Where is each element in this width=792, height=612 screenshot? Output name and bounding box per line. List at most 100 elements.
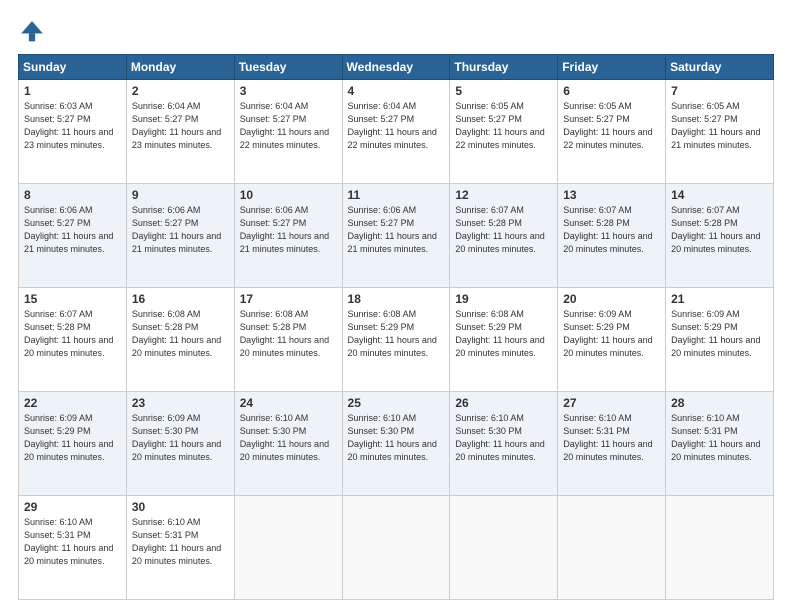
page: SundayMondayTuesdayWednesdayThursdayFrid… [0,0,792,612]
day-info: Sunrise: 6:07 AMSunset: 5:28 PMDaylight:… [671,204,768,256]
day-number: 8 [24,188,121,202]
day-number: 27 [563,396,660,410]
day-info: Sunrise: 6:07 AMSunset: 5:28 PMDaylight:… [24,308,121,360]
day-info: Sunrise: 6:10 AMSunset: 5:31 PMDaylight:… [563,412,660,464]
day-info: Sunrise: 6:07 AMSunset: 5:28 PMDaylight:… [563,204,660,256]
calendar-week-2: 8 Sunrise: 6:06 AMSunset: 5:27 PMDaylight… [19,184,774,288]
calendar-header-tuesday: Tuesday [234,55,342,80]
calendar-cell: 19 Sunrise: 6:08 AMSunset: 5:29 PMDayligh… [450,288,558,392]
calendar-cell [342,496,450,600]
calendar-cell: 15 Sunrise: 6:07 AMSunset: 5:28 PMDayligh… [19,288,127,392]
calendar-body: 1 Sunrise: 6:03 AMSunset: 5:27 PMDaylight… [19,80,774,600]
day-number: 21 [671,292,768,306]
day-info: Sunrise: 6:09 AMSunset: 5:29 PMDaylight:… [563,308,660,360]
day-number: 10 [240,188,337,202]
calendar-cell: 24 Sunrise: 6:10 AMSunset: 5:30 PMDayligh… [234,392,342,496]
day-number: 16 [132,292,229,306]
day-number: 5 [455,84,552,98]
day-info: Sunrise: 6:04 AMSunset: 5:27 PMDaylight:… [348,100,445,152]
day-info: Sunrise: 6:06 AMSunset: 5:27 PMDaylight:… [240,204,337,256]
calendar-week-1: 1 Sunrise: 6:03 AMSunset: 5:27 PMDaylight… [19,80,774,184]
calendar-cell: 11 Sunrise: 6:06 AMSunset: 5:27 PMDayligh… [342,184,450,288]
day-number: 11 [348,188,445,202]
calendar-cell: 20 Sunrise: 6:09 AMSunset: 5:29 PMDayligh… [558,288,666,392]
calendar-cell: 12 Sunrise: 6:07 AMSunset: 5:28 PMDayligh… [450,184,558,288]
calendar-cell [450,496,558,600]
calendar-week-4: 22 Sunrise: 6:09 AMSunset: 5:29 PMDayligh… [19,392,774,496]
day-info: Sunrise: 6:06 AMSunset: 5:27 PMDaylight:… [348,204,445,256]
day-number: 22 [24,396,121,410]
day-number: 2 [132,84,229,98]
calendar-cell: 25 Sunrise: 6:10 AMSunset: 5:30 PMDayligh… [342,392,450,496]
day-number: 7 [671,84,768,98]
calendar-cell: 2Sunrise: 6:04 AMSunset: 5:27 PMDaylight… [126,80,234,184]
day-info: Sunrise: 6:05 AMSunset: 5:27 PMDaylight:… [671,100,768,152]
calendar-cell: 22 Sunrise: 6:09 AMSunset: 5:29 PMDayligh… [19,392,127,496]
day-number: 15 [24,292,121,306]
calendar-cell: 23 Sunrise: 6:09 AMSunset: 5:30 PMDayligh… [126,392,234,496]
day-number: 25 [348,396,445,410]
calendar-header-wednesday: Wednesday [342,55,450,80]
calendar-cell: 18 Sunrise: 6:08 AMSunset: 5:29 PMDayligh… [342,288,450,392]
day-number: 28 [671,396,768,410]
day-info: Sunrise: 6:10 AMSunset: 5:31 PMDaylight:… [24,516,121,568]
day-number: 13 [563,188,660,202]
day-info: Sunrise: 6:10 AMSunset: 5:30 PMDaylight:… [240,412,337,464]
day-number: 20 [563,292,660,306]
calendar-cell: 8 Sunrise: 6:06 AMSunset: 5:27 PMDaylight… [19,184,127,288]
calendar-header-row: SundayMondayTuesdayWednesdayThursdayFrid… [19,55,774,80]
calendar-header-monday: Monday [126,55,234,80]
calendar-cell: 4 Sunrise: 6:04 AMSunset: 5:27 PMDaylight… [342,80,450,184]
calendar-cell: 10 Sunrise: 6:06 AMSunset: 5:27 PMDayligh… [234,184,342,288]
day-number: 30 [132,500,229,514]
calendar-cell: 3 Sunrise: 6:04 AMSunset: 5:27 PMDaylight… [234,80,342,184]
day-number: 1 [24,84,121,98]
day-info: Sunrise: 6:07 AMSunset: 5:28 PMDaylight:… [455,204,552,256]
calendar-cell [558,496,666,600]
day-number: 9 [132,188,229,202]
day-number: 18 [348,292,445,306]
calendar-week-3: 15 Sunrise: 6:07 AMSunset: 5:28 PMDayligh… [19,288,774,392]
calendar-table: SundayMondayTuesdayWednesdayThursdayFrid… [18,54,774,600]
day-number: 14 [671,188,768,202]
day-info: Sunrise: 6:04 AMSunset: 5:27 PMDaylight:… [240,100,337,152]
day-info: Sunrise: 6:09 AMSunset: 5:30 PMDaylight:… [132,412,229,464]
calendar-cell [234,496,342,600]
day-number: 12 [455,188,552,202]
day-number: 17 [240,292,337,306]
calendar-header-sunday: Sunday [19,55,127,80]
day-info: Sunrise: 6:10 AMSunset: 5:31 PMDaylight:… [671,412,768,464]
day-number: 19 [455,292,552,306]
day-info: Sunrise: 6:03 AMSunset: 5:27 PMDaylight:… [24,100,121,152]
day-number: 3 [240,84,337,98]
day-number: 23 [132,396,229,410]
day-info: Sunrise: 6:09 AMSunset: 5:29 PMDaylight:… [24,412,121,464]
day-info: Sunrise: 6:08 AMSunset: 5:29 PMDaylight:… [455,308,552,360]
day-info: Sunrise: 6:10 AMSunset: 5:31 PMDaylight:… [132,516,229,568]
calendar-cell: 7 Sunrise: 6:05 AMSunset: 5:27 PMDaylight… [666,80,774,184]
day-number: 4 [348,84,445,98]
calendar-header-friday: Friday [558,55,666,80]
day-info: Sunrise: 6:09 AMSunset: 5:29 PMDaylight:… [671,308,768,360]
day-number: 24 [240,396,337,410]
day-info: Sunrise: 6:10 AMSunset: 5:30 PMDaylight:… [348,412,445,464]
calendar-cell: 9 Sunrise: 6:06 AMSunset: 5:27 PMDaylight… [126,184,234,288]
calendar-cell: 26Sunrise: 6:10 AMSunset: 5:30 PMDayligh… [450,392,558,496]
day-info: Sunrise: 6:08 AMSunset: 5:29 PMDaylight:… [348,308,445,360]
calendar-cell: 30 Sunrise: 6:10 AMSunset: 5:31 PMDayligh… [126,496,234,600]
day-info: Sunrise: 6:06 AMSunset: 5:27 PMDaylight:… [24,204,121,256]
calendar-cell: 5Sunrise: 6:05 AMSunset: 5:27 PMDaylight… [450,80,558,184]
calendar-cell [666,496,774,600]
day-info: Sunrise: 6:06 AMSunset: 5:27 PMDaylight:… [132,204,229,256]
day-number: 6 [563,84,660,98]
day-info: Sunrise: 6:05 AMSunset: 5:27 PMDaylight:… [563,100,660,152]
calendar-cell: 13 Sunrise: 6:07 AMSunset: 5:28 PMDayligh… [558,184,666,288]
calendar-cell: 17 Sunrise: 6:08 AMSunset: 5:28 PMDayligh… [234,288,342,392]
day-info: Sunrise: 6:08 AMSunset: 5:28 PMDaylight:… [240,308,337,360]
calendar-header-saturday: Saturday [666,55,774,80]
header [18,18,774,46]
calendar-cell: 28 Sunrise: 6:10 AMSunset: 5:31 PMDayligh… [666,392,774,496]
calendar-cell: 21 Sunrise: 6:09 AMSunset: 5:29 PMDayligh… [666,288,774,392]
logo [18,18,50,46]
calendar-cell: 6 Sunrise: 6:05 AMSunset: 5:27 PMDaylight… [558,80,666,184]
